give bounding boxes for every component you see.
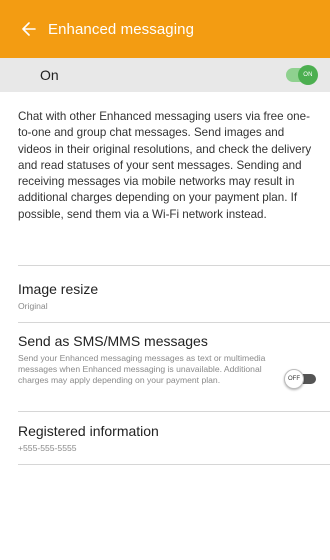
master-toggle-switch[interactable]: ON — [286, 65, 318, 85]
app-bar: Enhanced messaging — [0, 0, 330, 58]
image-resize-title: Image resize — [18, 281, 99, 297]
toggle-knob: ON — [298, 65, 318, 85]
send-as-sms-setting[interactable]: Send as SMS/MMS messages Send your Enhan… — [18, 332, 318, 408]
page-title: Enhanced messaging — [48, 20, 195, 38]
divider — [18, 322, 330, 323]
image-resize-value: Original — [18, 301, 48, 311]
master-switch-row[interactable]: On ON — [0, 58, 330, 92]
master-switch-label: On — [40, 67, 59, 83]
back-button[interactable] — [0, 0, 36, 58]
send-as-sms-summary: Send your Enhanced messaging messages as… — [18, 353, 266, 386]
registered-info-title: Registered information — [18, 423, 159, 439]
divider — [18, 411, 330, 412]
feature-description: Chat with other Enhanced messaging users… — [18, 110, 312, 221]
send-as-sms-title: Send as SMS/MMS messages — [18, 333, 208, 349]
registered-info-value: +555-555-5555 — [18, 443, 77, 453]
divider — [18, 265, 330, 266]
back-arrow-icon — [22, 22, 36, 36]
registered-info-setting[interactable]: Registered information +555-555-5555 — [18, 422, 318, 454]
toggle-knob: OFF — [284, 369, 304, 389]
send-as-sms-toggle-switch[interactable]: OFF — [284, 369, 316, 389]
image-resize-setting[interactable]: Image resize Original — [18, 280, 318, 312]
divider — [18, 464, 330, 465]
